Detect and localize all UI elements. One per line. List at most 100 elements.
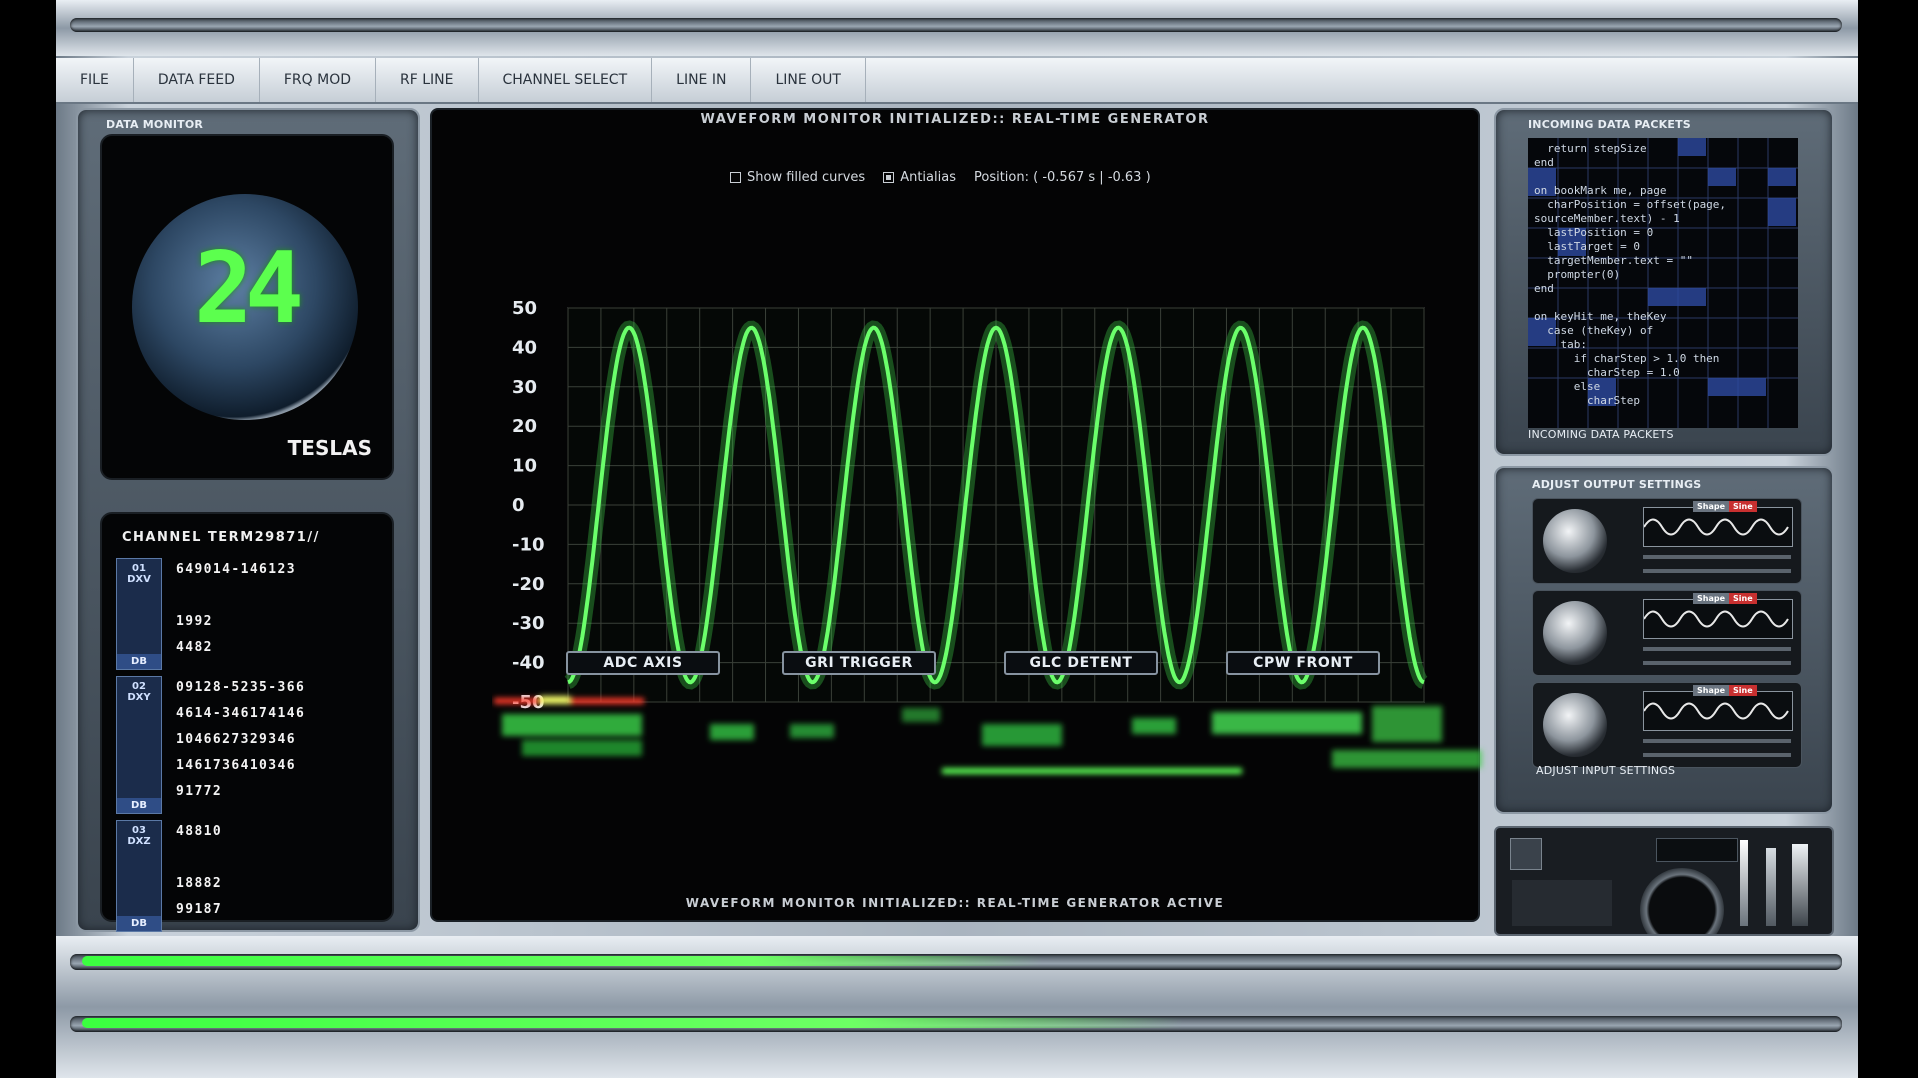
output-slider[interactable] (1643, 753, 1791, 757)
sine-tag: Sine (1729, 593, 1757, 604)
shape-display (1643, 599, 1793, 639)
fader[interactable] (1792, 844, 1808, 926)
output-slider[interactable] (1643, 647, 1791, 651)
progress-fill-2 (82, 1018, 1184, 1028)
cpw-front-button[interactable]: CPW FRONT (1226, 651, 1380, 675)
spectrogram-band (902, 708, 940, 722)
show-filled-label: Show filled curves (747, 170, 866, 185)
gri-trigger-button[interactable]: GRI TRIGGER (782, 651, 936, 675)
adc-axis-button[interactable]: ADC AXIS (566, 651, 720, 675)
progress-track-2 (70, 1016, 1842, 1032)
synth-unit[interactable]: Shape Sine (1532, 498, 1802, 584)
chart-controls: Show filled curves Antialias Position: (… (730, 170, 1151, 185)
output-settings-panel: ADJUST OUTPUT SETTINGS Shape Sine Shape Sin… (1494, 466, 1834, 814)
menu-rf-line[interactable]: RF LINE (376, 58, 479, 102)
progress-fill-1 (82, 956, 1044, 966)
channel-row: 4482 (176, 640, 213, 655)
sine-tag: Sine (1729, 685, 1757, 696)
antialias-toggle[interactable]: Antialias (883, 170, 956, 185)
fader[interactable] (1740, 840, 1748, 926)
y-tick-label: 20 (512, 416, 537, 437)
y-tick-label: 10 (512, 456, 537, 477)
channel-row: 18882 (176, 876, 223, 891)
tesla-value: 24 (193, 232, 304, 346)
channel-row: 4614-346174146 (176, 706, 306, 721)
menu-line-in[interactable]: LINE IN (652, 58, 752, 102)
jog-wheel[interactable] (1640, 868, 1724, 934)
incoming-label: INCOMING DATA PACKETS (1528, 118, 1691, 131)
output-slider[interactable] (1643, 661, 1791, 665)
shape-tag: Shape (1693, 501, 1730, 512)
deck-button[interactable] (1510, 838, 1542, 870)
channel-tab-label: 01 DXV (127, 563, 151, 585)
channel-tab[interactable]: 03 DXZ DB (116, 820, 162, 932)
y-tick-label: -20 (512, 574, 545, 595)
output-settings-label: ADJUST OUTPUT SETTINGS (1532, 478, 1702, 491)
fader[interactable] (1766, 848, 1776, 926)
shape-wave-line (1643, 518, 1789, 536)
waveform-footer: WAVEFORM MONITOR INITIALIZED:: REAL-TIME… (685, 896, 1225, 910)
menu-frq-mod[interactable]: FRQ MOD (260, 58, 377, 102)
position-y: -0.63 (1107, 170, 1142, 185)
show-filled-toggle[interactable]: Show filled curves (730, 170, 865, 185)
output-knob[interactable] (1543, 693, 1607, 757)
sine-tag: Sine (1729, 501, 1757, 512)
spectrogram-band (502, 714, 642, 736)
checkbox-icon (883, 172, 895, 183)
position-readout: Position: ( -0.567 s | -0.63 ) (974, 170, 1151, 185)
channel-tab[interactable]: 02 DXY DB (116, 676, 162, 814)
waveform-monitor: WAVEFORM MONITOR INITIALIZED:: REAL-TIME… (430, 108, 1482, 922)
menu-channel-select[interactable]: CHANNEL SELECT (479, 58, 653, 102)
channel-row: 91772 (176, 784, 223, 799)
channel-panel: CHANNEL TERM29871// 01 DXV DB 649014-14612… (100, 512, 394, 932)
position-sep: | (1099, 170, 1104, 185)
shape-display (1643, 507, 1793, 547)
synth-unit[interactable]: Shape Sine (1532, 590, 1802, 676)
output-slider[interactable] (1643, 569, 1791, 573)
data-packets-view[interactable]: return stepSize end on bookMark me, page… (1528, 138, 1798, 428)
channel-row: 1992 (176, 614, 213, 629)
waveform-title: WAVEFORM MONITOR INITIALIZED:: REAL-TIME… (700, 112, 1210, 127)
spectrogram-band (1332, 750, 1482, 768)
channel-row: 48810 (176, 824, 223, 839)
output-knob[interactable] (1543, 601, 1607, 665)
spectrogram-band (942, 768, 1242, 774)
output-knob[interactable] (1543, 509, 1607, 573)
menu-data-feed[interactable]: DATA FEED (134, 58, 260, 102)
channel-tab[interactable]: 01 DXV DB (116, 558, 162, 670)
channel-tab-label: 02 DXY (127, 681, 151, 703)
spectrogram (494, 696, 1482, 774)
channel-row: 649014-146123 (176, 562, 296, 577)
shape-tag: Shape (1693, 685, 1730, 696)
menu-file[interactable]: FILE (56, 58, 134, 102)
menu-line-out[interactable]: LINE OUT (751, 58, 866, 102)
deck-display (1656, 838, 1738, 862)
y-tick-label: 30 (512, 377, 537, 398)
tesla-unit: TESLAS (287, 436, 372, 460)
shape-wave (1643, 610, 1789, 628)
shape-display (1643, 691, 1793, 731)
spectrogram-band (790, 724, 834, 738)
spectrogram-band (710, 724, 754, 740)
position-x: -0.567 s (1042, 170, 1096, 185)
shape-wave-line (1643, 610, 1789, 628)
spectrogram-band (982, 724, 1062, 746)
glc-detent-button[interactable]: GLC DETENT (1004, 651, 1158, 675)
deck-controls[interactable] (1512, 880, 1612, 926)
data-monitor: 24 TESLAS (100, 134, 394, 480)
incoming-label-bottom: INCOMING DATA PACKETS (1528, 428, 1674, 441)
synth-unit[interactable]: Shape Sine (1532, 682, 1802, 768)
spectrogram-band (522, 740, 642, 756)
output-slider[interactable] (1643, 739, 1791, 743)
top-tube (70, 18, 1842, 32)
output-slider[interactable] (1643, 555, 1791, 559)
data-monitor-label: DATA MONITOR (106, 118, 204, 131)
input-settings-label: ADJUST INPUT SETTINGS (1536, 764, 1676, 777)
left-panel: DATA MONITOR 24 TESLAS CHANNEL TERM29871… (76, 108, 420, 932)
channel-row: 1461736410346 (176, 758, 296, 773)
shape-wave (1643, 702, 1789, 720)
y-tick-label: 40 (512, 337, 537, 358)
waveform-chart[interactable]: 50403020100-10-20-30-40-50-1.00 S-0.90 S… (432, 194, 1478, 724)
checkbox-icon (730, 172, 741, 183)
packet-code: return stepSize end on bookMark me, page… (1534, 142, 1727, 407)
